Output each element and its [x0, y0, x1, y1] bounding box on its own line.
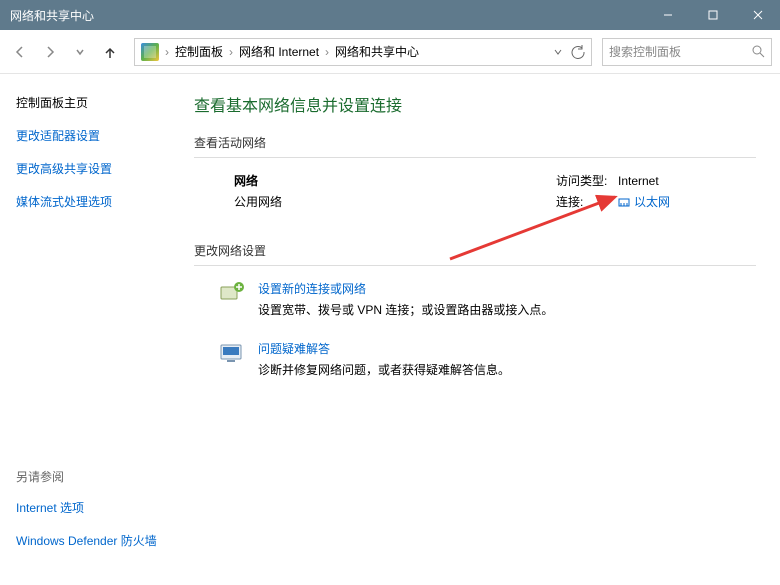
sidebar-see-also-header: 另请参阅: [16, 468, 164, 485]
network-name: 网络: [234, 172, 556, 189]
window-buttons: [645, 0, 780, 30]
task-link-troubleshoot[interactable]: 问题疑难解答: [258, 340, 330, 357]
refresh-icon[interactable]: [571, 45, 585, 59]
control-panel-icon: [141, 43, 159, 61]
address-bar[interactable]: › 控制面板 › 网络和 Internet › 网络和共享中心: [134, 38, 592, 66]
ethernet-icon: [618, 196, 630, 208]
close-button[interactable]: [735, 0, 780, 30]
active-network-info: 网络 公用网络 访问类型: Internet 连接: 以太网: [194, 172, 756, 214]
search-icon: [752, 45, 765, 58]
search-input[interactable]: 搜索控制面板: [602, 38, 772, 66]
window-titlebar: 网络和共享中心: [0, 0, 780, 30]
recent-dropdown[interactable]: [68, 40, 92, 64]
breadcrumb-item[interactable]: 网络和 Internet: [239, 43, 319, 60]
connection-value: 以太网: [634, 193, 670, 210]
chevron-right-icon: ›: [227, 45, 235, 59]
task-troubleshoot: 问题疑难解答 诊断并修复网络问题，或者获得疑难解答信息。: [194, 340, 756, 378]
forward-button[interactable]: [38, 40, 62, 64]
new-connection-icon: [218, 280, 246, 308]
access-type-label: 访问类型:: [556, 172, 618, 189]
sidebar-item-adapter-settings[interactable]: 更改适配器设置: [16, 127, 164, 144]
network-type: 公用网络: [234, 193, 556, 210]
sidebar-link-defender-firewall[interactable]: Windows Defender 防火墙: [16, 532, 164, 549]
section-change-settings: 更改网络设置: [194, 242, 756, 259]
toolbar: › 控制面板 › 网络和 Internet › 网络和共享中心 搜索控制面板: [0, 30, 780, 74]
breadcrumb-item[interactable]: 控制面板: [175, 43, 223, 60]
page-heading: 查看基本网络信息并设置连接: [194, 92, 756, 116]
chevron-right-icon: ›: [163, 45, 171, 59]
task-desc-new-connection: 设置宽带、拨号或 VPN 连接；或设置路由器或接入点。: [258, 301, 553, 318]
up-button[interactable]: [98, 40, 122, 64]
window-title: 网络和共享中心: [10, 7, 94, 24]
minimize-button[interactable]: [645, 0, 690, 30]
task-new-connection: 设置新的连接或网络 设置宽带、拨号或 VPN 连接；或设置路由器或接入点。: [194, 280, 756, 318]
breadcrumb-item[interactable]: 网络和共享中心: [335, 43, 419, 60]
search-placeholder: 搜索控制面板: [609, 43, 681, 60]
task-link-new-connection[interactable]: 设置新的连接或网络: [258, 280, 366, 297]
sidebar-link-internet-options[interactable]: Internet 选项: [16, 499, 164, 516]
task-desc-troubleshoot: 诊断并修复网络问题，或者获得疑难解答信息。: [258, 361, 510, 378]
sidebar-item-home[interactable]: 控制面板主页: [16, 94, 164, 111]
connection-label: 连接:: [556, 193, 618, 210]
divider: [194, 265, 756, 266]
main-content: 查看基本网络信息并设置连接 查看活动网络 网络 公用网络 访问类型: Inter…: [180, 74, 780, 585]
maximize-button[interactable]: [690, 0, 735, 30]
access-type-value: Internet: [618, 174, 659, 188]
sidebar-item-advanced-sharing[interactable]: 更改高级共享设置: [16, 160, 164, 177]
troubleshoot-icon: [218, 340, 246, 368]
chevron-down-icon[interactable]: [553, 47, 563, 57]
sidebar: 控制面板主页 更改适配器设置 更改高级共享设置 媒体流式处理选项 另请参阅 In…: [0, 74, 180, 585]
sidebar-item-media-streaming[interactable]: 媒体流式处理选项: [16, 193, 164, 210]
back-button[interactable]: [8, 40, 32, 64]
divider: [194, 157, 756, 158]
connection-link-ethernet[interactable]: 以太网: [618, 193, 670, 210]
chevron-right-icon: ›: [323, 45, 331, 59]
section-active-networks: 查看活动网络: [194, 134, 756, 151]
